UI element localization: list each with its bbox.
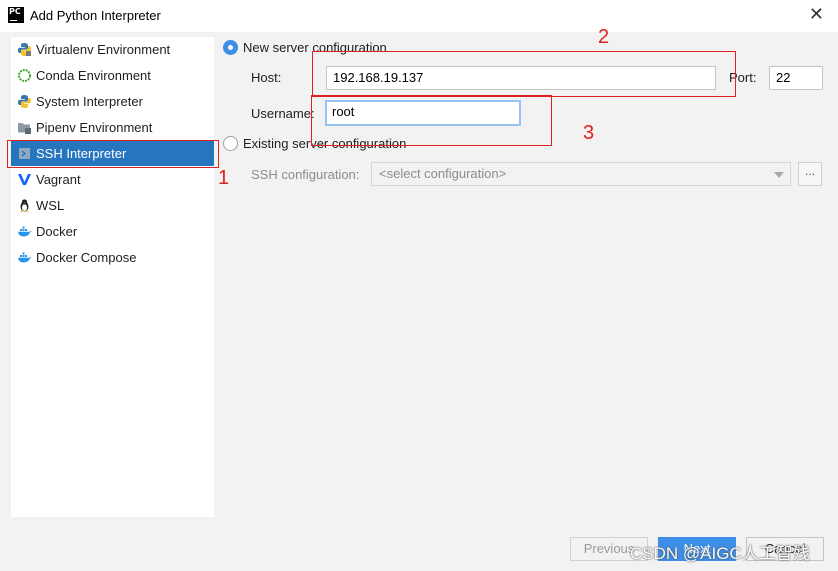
virtualenv-python-icon [17,42,32,57]
sidebar-item-label: System Interpreter [36,94,143,109]
new-server-radio[interactable] [223,40,238,55]
chevron-down-icon [774,172,784,178]
close-icon[interactable]: ✕ [809,4,824,24]
sidebar-item-label: Pipenv Environment [36,120,153,135]
watermark-text: CSDN @AIGC人工智残 [630,544,810,563]
sidebar-item-label: Vagrant [36,172,81,187]
pycharm-logo-icon: PC [8,7,24,23]
sidebar-item-vagrant[interactable]: Vagrant [11,167,214,192]
docker-whale-icon [17,224,32,239]
browse-button[interactable]: ... [798,162,822,186]
sidebar-item-label: Virtualenv Environment [36,42,171,57]
sidebar-item-wsl[interactable]: WSL [11,193,214,218]
sidebar-item-pipenv[interactable]: Pipenv Environment [11,115,214,140]
annotation-number-1: 1 [218,167,230,189]
annotation-number-2: 2 [598,26,610,48]
existing-server-radio[interactable] [223,136,238,151]
conda-ring-icon [17,68,32,83]
window-title: Add Python Interpreter [30,8,161,23]
sidebar-item-label: Docker Compose [36,250,137,265]
sidebar-item-docker[interactable]: Docker [11,219,214,244]
sidebar-item-label: Docker [36,224,78,239]
python-icon [17,94,32,109]
title-bar: PC Add Python Interpreter ✕ [0,0,838,32]
vagrant-v-icon [17,172,32,187]
sidebar-item-docker-compose[interactable]: Docker Compose [11,245,214,270]
sidebar-item-conda[interactable]: Conda Environment [11,63,214,88]
docker-compose-icon [17,250,32,265]
ssh-config-select[interactable]: <select configuration> [371,162,791,186]
interpreter-type-list: Virtualenv Environment Conda Environment… [11,37,214,517]
annotation-box-1 [7,140,219,168]
username-label: Username: [251,106,315,121]
ssh-config-placeholder: <select configuration> [379,166,507,181]
ssh-config-label: SSH configuration: [251,167,360,182]
host-label: Host: [251,70,282,85]
sidebar-item-label: Conda Environment [36,68,151,83]
port-input[interactable]: 22 [769,66,823,90]
linux-penguin-icon [17,198,32,213]
sidebar-item-label: WSL [36,198,65,213]
annotation-box-2 [312,51,736,97]
annotation-box-3 [311,95,552,146]
annotation-number-3: 3 [583,122,595,144]
pipenv-folder-icon [17,120,32,135]
sidebar-item-virtualenv[interactable]: Virtualenv Environment [11,37,214,62]
sidebar-item-system[interactable]: System Interpreter [11,89,214,114]
